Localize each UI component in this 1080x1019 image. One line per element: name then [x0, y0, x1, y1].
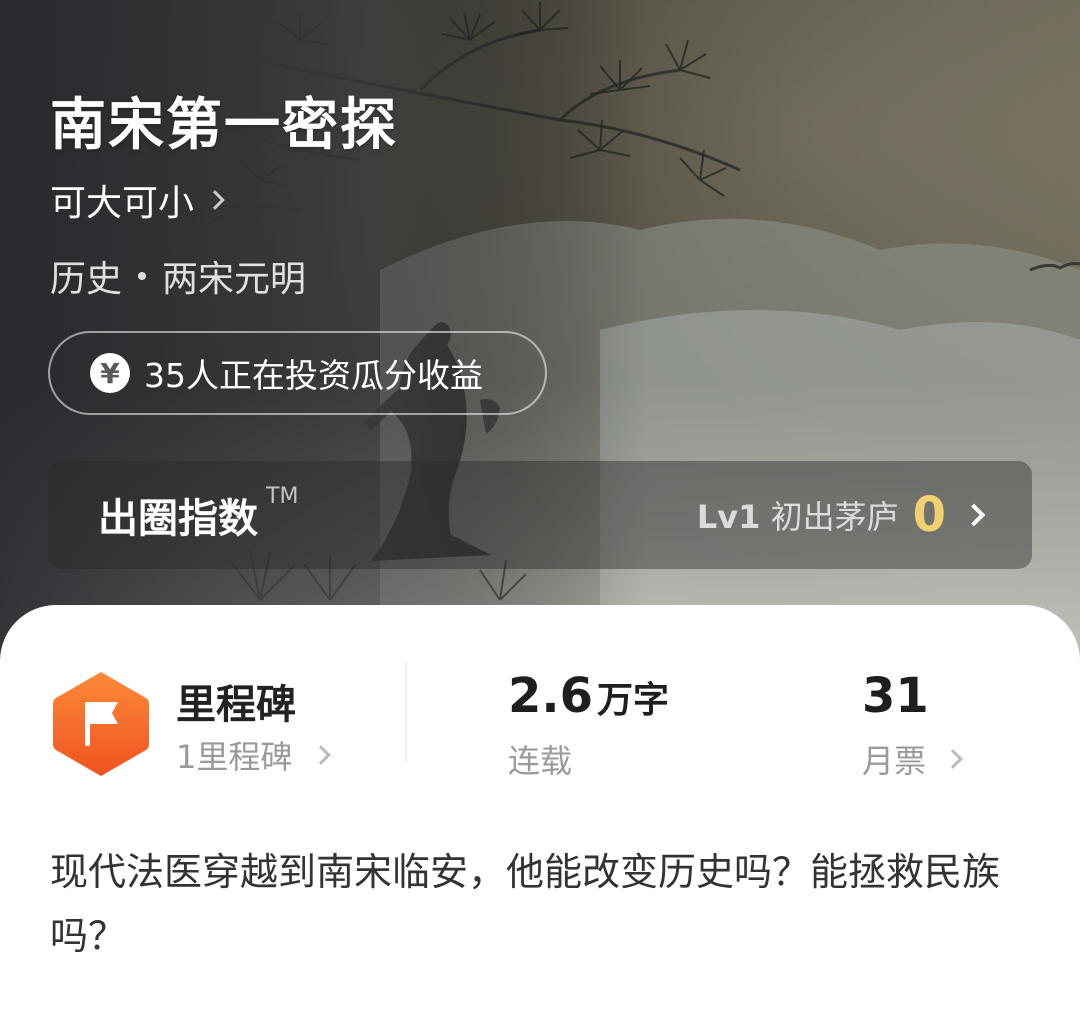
author-name: 可大可小	[50, 183, 195, 224]
divider	[405, 662, 407, 762]
book-detail-page: 南宋第一密探 可大可小 历史 两宋元明 ¥ 35人正在投资瓜分收益 出圈指数 T…	[0, 0, 1080, 1019]
serial-status-label: 连载	[508, 742, 573, 780]
index-score: 0	[912, 487, 946, 543]
yen-icon: ¥	[90, 353, 130, 393]
monthly-ticket-link[interactable]: 月票	[862, 736, 963, 782]
genre-tags: 历史 两宋元明	[50, 250, 306, 302]
monthly-ticket-label: 月票	[862, 742, 927, 780]
index-level: Lv1 初出茅庐 0	[697, 487, 986, 543]
separator-dot	[138, 272, 147, 280]
trademark-mark: TM	[266, 484, 299, 509]
flag-icon[interactable]	[52, 670, 150, 778]
monthly-ticket-stat[interactable]: 31 月票	[862, 668, 963, 782]
word-count-value: 2.6	[508, 668, 594, 724]
invest-button[interactable]: ¥ 35人正在投资瓜分收益	[48, 331, 547, 415]
milestone-title[interactable]: 里程碑	[176, 672, 296, 730]
chevron-right-icon	[311, 745, 332, 765]
level-code: Lv1	[696, 498, 761, 536]
subgenre[interactable]: 两宋元明	[162, 250, 306, 302]
level-name: 初出茅庐	[770, 498, 899, 536]
popularity-index-bar[interactable]: 出圈指数 TM Lv1 初出茅庐 0	[48, 461, 1032, 569]
word-count-value-row: 2.6 万字	[508, 668, 669, 724]
word-count-stat: 2.6 万字 连载	[508, 668, 669, 782]
milestone-link[interactable]: 1里程碑	[176, 732, 332, 778]
book-title: 南宋第一密探	[50, 92, 398, 158]
invest-label: 35人正在投资瓜分收益	[144, 356, 483, 395]
milestone-count: 1里程碑	[176, 738, 293, 776]
cover-banner: 南宋第一密探 可大可小 历史 两宋元明 ¥ 35人正在投资瓜分收益 出圈指数 T…	[0, 0, 1080, 660]
index-title: 出圈指数 TM	[98, 484, 299, 544]
index-label: 出圈指数	[98, 496, 258, 542]
chevron-right-icon	[962, 503, 986, 527]
book-synopsis[interactable]: 现代法医穿越到南宋临安，他能改变历史吗？能拯救民族吗？	[50, 840, 1030, 968]
monthly-ticket-value: 31	[862, 668, 929, 724]
chevron-right-icon	[205, 190, 225, 210]
word-count-unit: 万字	[597, 680, 670, 721]
author-link[interactable]: 可大可小	[50, 175, 225, 225]
chevron-right-icon	[943, 749, 963, 769]
genre[interactable]: 历史	[50, 250, 122, 302]
level-info: Lv1 初出茅庐	[697, 492, 899, 538]
